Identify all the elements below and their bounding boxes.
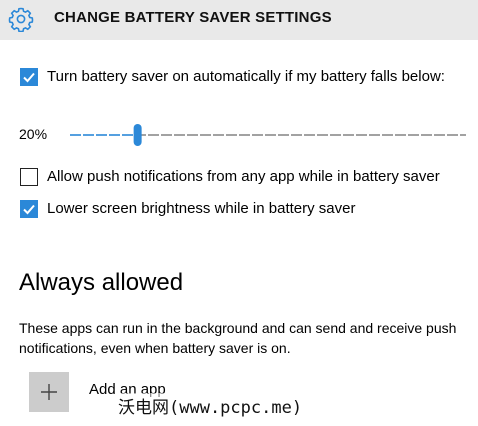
checkmark-icon — [23, 204, 35, 215]
plus-icon — [41, 384, 57, 400]
slider-thumb[interactable] — [133, 124, 142, 146]
gear-icon — [8, 6, 34, 33]
battery-saver-settings-page: CHANGE BATTERY SAVER SETTINGS Turn batte… — [0, 0, 478, 426]
always-allowed-heading: Always allowed — [19, 269, 184, 296]
push-notifications-label: Allow push notifications from any app wh… — [47, 168, 440, 185]
auto-battery-saver-label: Turn battery saver on automatically if m… — [47, 68, 445, 85]
watermark-text: 沃电网(www.pcpc.me) — [118, 393, 303, 418]
lower-brightness-checkbox[interactable] — [20, 200, 38, 218]
lower-brightness-label: Lower screen brightness while in battery… — [47, 200, 356, 217]
always-allowed-description: These apps can run in the background and… — [19, 320, 457, 356]
threshold-value: 20% — [19, 126, 48, 142]
checkmark-icon — [23, 72, 35, 83]
page-title: CHANGE BATTERY SAVER SETTINGS — [54, 9, 332, 26]
add-app-button[interactable] — [29, 372, 69, 412]
push-notifications-checkbox[interactable] — [20, 168, 38, 186]
settings-header: CHANGE BATTERY SAVER SETTINGS — [0, 0, 478, 40]
auto-battery-saver-checkbox[interactable] — [20, 68, 38, 86]
battery-threshold-slider[interactable] — [70, 124, 466, 146]
